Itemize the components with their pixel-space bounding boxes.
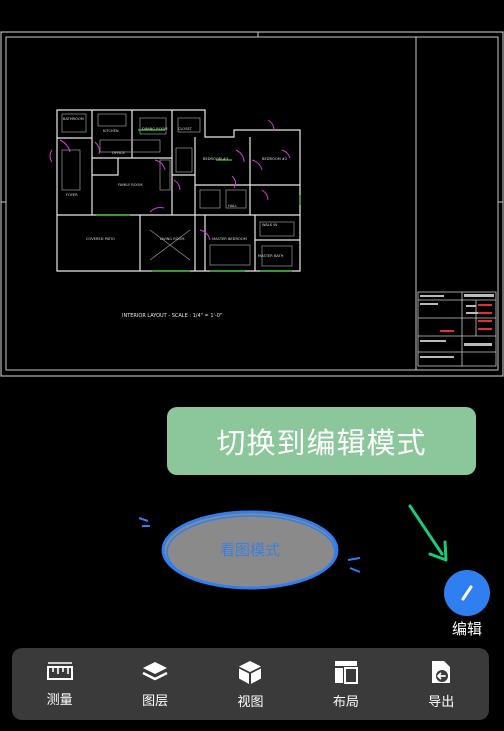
layers-icon (142, 661, 168, 680)
edit-label: 编辑 (451, 620, 482, 638)
accent-mark-right (347, 557, 361, 573)
toolbar-item-layers[interactable]: 图层 (115, 660, 195, 709)
export-icon (432, 660, 451, 683)
svg-text:CLOSET: CLOSET (178, 127, 193, 131)
svg-text:BEDROOM #2: BEDROOM #2 (262, 157, 287, 161)
drawing-canvas[interactable]: BATHROOM KITCHEN DINING ROOM CLOSET FAMI… (0, 0, 504, 380)
toolbar-label: 视图 (237, 694, 264, 710)
bottom-toolbar: 测量 图层 视图 布局 导出 (12, 648, 489, 720)
svg-text:COVERED PATIO: COVERED PATIO (86, 237, 115, 241)
svg-text:OFFICE: OFFICE (112, 151, 126, 155)
view-mode-button[interactable]: 看图模式 (160, 506, 340, 592)
toolbar-item-export[interactable]: 导出 (401, 659, 481, 710)
tooltip-text: 切换到编辑模式 (216, 426, 427, 460)
toolbar-label: 布局 (332, 694, 359, 710)
toolbar-item-view[interactable]: 视图 (210, 659, 290, 710)
toolbar-item-layout[interactable]: 布局 (306, 659, 386, 710)
svg-text:LIVING ROOM: LIVING ROOM (160, 237, 184, 241)
edit-button[interactable] (444, 570, 490, 616)
svg-text:FAMILY ROOM: FAMILY ROOM (118, 183, 142, 187)
svg-text:WALK IN: WALK IN (262, 223, 277, 227)
cube-icon (239, 660, 262, 684)
view-mode-label: 看图模式 (219, 540, 280, 559)
svg-text:MASTER BEDROOM: MASTER BEDROOM (212, 237, 247, 241)
svg-text:HALL: HALL (228, 204, 237, 208)
layout-title: INTERIOR LAYOUT - SCALE : 1/4" = 1'-0" (122, 313, 222, 319)
toolbar-item-measure[interactable]: 测量 (20, 661, 100, 708)
floor-plan-drawing: BATHROOM KITCHEN DINING ROOM CLOSET FAMI… (0, 31, 504, 377)
toolbar-label: 测量 (46, 692, 73, 708)
switch-mode-tooltip: 切换到编辑模式 (167, 407, 476, 475)
svg-text:MASTER BATH: MASTER BATH (258, 254, 284, 258)
pointer-arrow-icon (408, 504, 448, 562)
svg-text:BEDROOM #3: BEDROOM #3 (203, 157, 228, 161)
accent-mark-left (138, 517, 150, 527)
svg-text:FOYER: FOYER (66, 193, 78, 197)
ruler-icon (46, 661, 73, 680)
layout-icon (334, 660, 358, 684)
svg-text:DINING ROOM: DINING ROOM (142, 127, 167, 131)
toolbar-label: 导出 (428, 694, 455, 710)
pencil-icon (461, 585, 473, 601)
svg-text:BATHROOM: BATHROOM (63, 117, 84, 121)
svg-text:KITCHEN: KITCHEN (103, 129, 119, 133)
toolbar-label: 图层 (142, 693, 169, 709)
